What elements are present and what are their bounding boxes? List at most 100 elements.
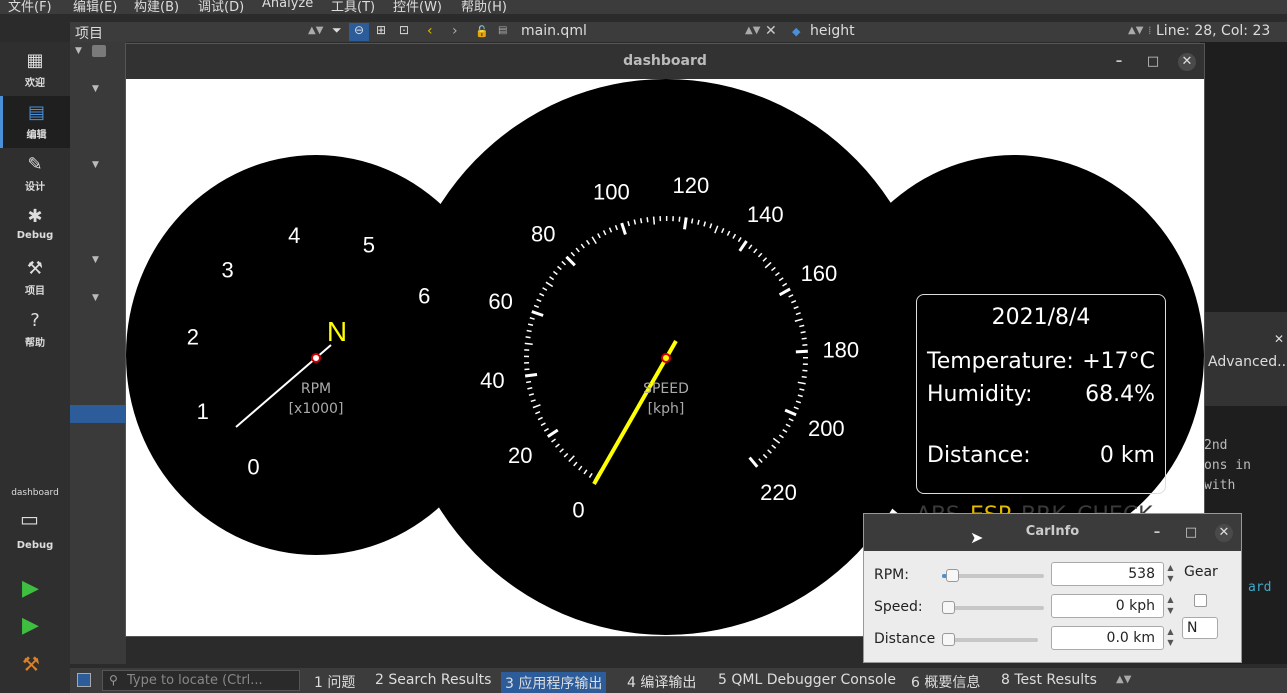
rpm-field-label: RPM: bbox=[874, 567, 909, 583]
code-fragment: ard bbox=[1248, 580, 1272, 595]
more-tabs-arrows-icon[interactable]: ▲▼ bbox=[1116, 674, 1131, 685]
rpm-label: RPM bbox=[301, 381, 331, 397]
rpm-slider[interactable] bbox=[942, 569, 1044, 582]
menu-tools[interactable]: 工具(T) bbox=[331, 0, 375, 14]
collapse-arrow-icon[interactable]: ▼ bbox=[92, 84, 99, 94]
mode-design[interactable]: ✎ 设计 bbox=[0, 148, 70, 200]
gear-checkbox[interactable] bbox=[1194, 594, 1207, 607]
speed-tick-label: 120 bbox=[673, 173, 710, 198]
close-document-icon[interactable]: ✕ bbox=[765, 23, 777, 39]
debug-run-icon[interactable]: ▶ bbox=[22, 613, 39, 638]
close-icon[interactable]: ✕ bbox=[1215, 524, 1233, 542]
symbol-icon: ◆ bbox=[792, 25, 801, 38]
speed-spinbox[interactable]: 0 kph bbox=[1051, 594, 1164, 618]
distance-slider-handle[interactable] bbox=[942, 633, 955, 646]
collapse-arrow-icon[interactable]: ▼ bbox=[92, 160, 99, 170]
current-symbol[interactable]: height bbox=[810, 23, 855, 39]
back-icon[interactable]: ‹ bbox=[427, 23, 433, 39]
mode-projects[interactable]: ⚒ 项目 bbox=[0, 252, 70, 304]
sidebar-toggle-icon[interactable] bbox=[77, 673, 91, 687]
speed-slider-handle[interactable] bbox=[942, 601, 955, 614]
mode-debug[interactable]: ✱ Debug bbox=[0, 200, 70, 252]
forward-icon[interactable]: › bbox=[452, 23, 458, 39]
project-node-icon[interactable] bbox=[92, 45, 106, 57]
edit-doc-icon: ▤ bbox=[27, 102, 45, 123]
speed-unit: [kph] bbox=[648, 401, 685, 417]
run-icon[interactable]: ▶ bbox=[22, 576, 39, 601]
tab-test-results[interactable]: 8 Test Results bbox=[1001, 672, 1097, 688]
speed-tick-label: 180 bbox=[822, 338, 859, 363]
open-file-name[interactable]: main.qml bbox=[521, 23, 587, 39]
filter-icon[interactable]: ⏷ bbox=[332, 23, 342, 38]
cursor-position[interactable]: Line: 28, Col: 23 bbox=[1156, 23, 1270, 39]
speed-slider[interactable] bbox=[942, 601, 1044, 614]
distance-spinbox[interactable]: 0.0 km bbox=[1051, 626, 1164, 650]
carinfo-titlebar[interactable]: CarInfo – □ ✕ ➤ bbox=[864, 514, 1241, 551]
rpm-unit: [x1000] bbox=[289, 401, 344, 417]
minimize-icon[interactable]: – bbox=[1110, 53, 1128, 71]
collapse-arrow-icon[interactable]: ▼ bbox=[75, 46, 82, 56]
rpm-slider-handle[interactable] bbox=[946, 569, 960, 582]
file-select-arrows-icon[interactable]: ▲▼ bbox=[745, 25, 760, 36]
temperature-value: +17°C bbox=[1082, 349, 1155, 374]
mode-welcome[interactable]: ▦ 欢迎 bbox=[0, 44, 70, 96]
menu-analyze[interactable]: Analyze bbox=[262, 0, 313, 11]
mode-label: 编辑 bbox=[26, 130, 47, 141]
speed-tick-label: 20 bbox=[508, 443, 532, 468]
speed-tick-label: 60 bbox=[488, 289, 512, 314]
speed-tick-label: 40 bbox=[480, 368, 504, 393]
speed-tick bbox=[526, 329, 532, 333]
bug-icon: ✱ bbox=[27, 206, 43, 227]
humidity-label: Humidity: bbox=[927, 382, 1033, 407]
mode-help[interactable]: ? 帮助 bbox=[0, 304, 70, 356]
maximize-icon[interactable]: □ bbox=[1144, 53, 1162, 71]
mode-label: Debug bbox=[16, 230, 54, 241]
link-icon[interactable]: ⊖ bbox=[349, 23, 369, 41]
wrench-icon: ⚒ bbox=[26, 258, 44, 279]
collapse-arrow-icon[interactable]: ▼ bbox=[92, 293, 99, 303]
menu-file[interactable]: 文件(F) bbox=[8, 0, 52, 14]
menu-help[interactable]: 帮助(H) bbox=[461, 0, 507, 14]
rpm-spinbox[interactable]: 538 bbox=[1051, 562, 1164, 586]
distance-slider[interactable] bbox=[942, 633, 1038, 646]
locator-input[interactable]: Type to locate (Ctrl... bbox=[102, 670, 300, 691]
menu-debug[interactable]: 调试(D) bbox=[198, 0, 244, 14]
code-fragment: ons in bbox=[1204, 458, 1251, 473]
mode-edit[interactable]: ▤ 编辑 bbox=[0, 96, 70, 148]
mouse-cursor-icon: ➤ bbox=[970, 528, 984, 547]
close-icon[interactable]: ✕ bbox=[1274, 332, 1284, 346]
advanced-label[interactable]: Advanced... bbox=[1208, 354, 1287, 370]
speed-field-label: Speed: bbox=[874, 599, 923, 615]
rpm-tick-label: 5 bbox=[363, 233, 375, 258]
qml-file-icon: ▤ bbox=[498, 25, 508, 36]
tab-compile-output[interactable]: 4 编译输出 bbox=[627, 672, 696, 692]
tab-search-results[interactable]: 2 Search Results bbox=[375, 672, 491, 688]
project-pane-title: 项目 bbox=[75, 26, 103, 42]
speed-tick-label: 0 bbox=[572, 498, 584, 523]
gear-spinbox[interactable]: N bbox=[1182, 617, 1218, 639]
menu-edit[interactable]: 编辑(E) bbox=[73, 0, 117, 14]
maximize-icon[interactable]: □ bbox=[1182, 524, 1200, 542]
speed-tick bbox=[683, 217, 688, 230]
symbol-select-arrows-icon[interactable]: ▲▼ bbox=[1128, 25, 1143, 36]
menu-build[interactable]: 构建(B) bbox=[134, 0, 179, 14]
speed-tick bbox=[646, 217, 649, 223]
collapse-arrow-icon[interactable]: ▼ bbox=[92, 255, 99, 265]
pane-select-arrows-icon[interactable]: ▲▼ bbox=[308, 25, 323, 36]
tab-qml-debugger-console[interactable]: 5 QML Debugger Console bbox=[718, 672, 896, 688]
close-icon[interactable]: ✕ bbox=[1178, 53, 1196, 71]
monitor-icon[interactable]: ▭ bbox=[20, 508, 46, 530]
tab-issues[interactable]: 1 问题 bbox=[314, 672, 355, 692]
dashboard-titlebar[interactable]: dashboard – □ ✕ bbox=[126, 44, 1204, 79]
minimize-icon[interactable]: – bbox=[1148, 524, 1166, 542]
selected-tree-row[interactable] bbox=[70, 405, 126, 423]
date-text: 2021/8/4 bbox=[991, 305, 1091, 330]
build-hammer-icon[interactable]: ⚒ bbox=[22, 652, 40, 676]
split-icon[interactable]: ⊞ bbox=[376, 23, 386, 37]
tab-application-output[interactable]: 3 应用程序输出 bbox=[501, 672, 607, 693]
info-panel: 2021/8/4 Temperature: +17°C Humidity: 68… bbox=[916, 294, 1166, 494]
close-pane-icon[interactable]: ⊡ bbox=[399, 23, 409, 37]
mode-label: 欢迎 bbox=[25, 78, 45, 89]
menu-widgets[interactable]: 控件(W) bbox=[393, 0, 442, 14]
tab-general-messages[interactable]: 6 概要信息 bbox=[911, 672, 980, 692]
